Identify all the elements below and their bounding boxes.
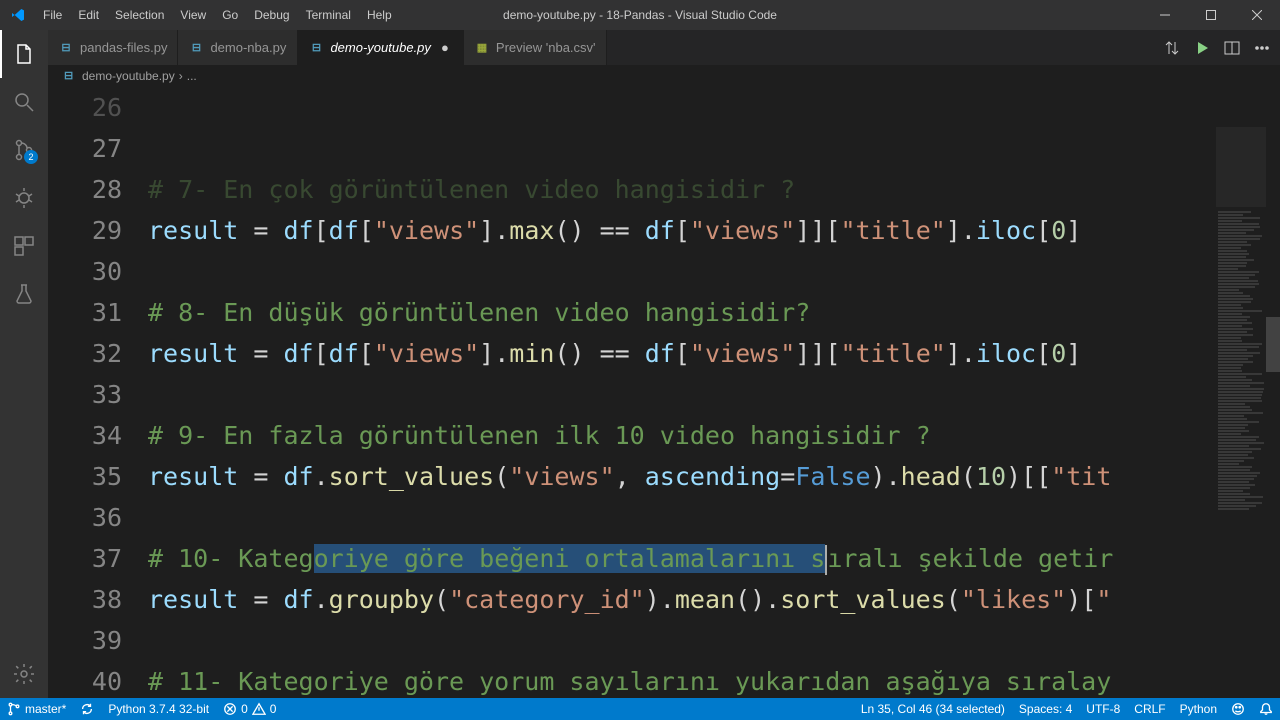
menu-view[interactable]: View bbox=[172, 0, 214, 30]
search-icon[interactable] bbox=[0, 78, 48, 126]
minimize-button[interactable] bbox=[1142, 0, 1188, 30]
tab-bar: ⊟ pandas-files.py ⊟ demo-nba.py ⊟ demo-y… bbox=[48, 30, 1280, 65]
indentation[interactable]: Spaces: 4 bbox=[1012, 698, 1079, 720]
menu-bar: File Edit Selection View Go Debug Termin… bbox=[35, 0, 400, 30]
vertical-scrollbar[interactable] bbox=[1266, 87, 1280, 698]
vscode-logo bbox=[0, 7, 35, 23]
line-gutter: 26272829303132333435363738394041 bbox=[48, 87, 148, 698]
code-line[interactable] bbox=[148, 251, 1280, 292]
window-controls bbox=[1142, 0, 1280, 30]
python-file-icon: ⊟ bbox=[64, 69, 78, 83]
menu-edit[interactable]: Edit bbox=[70, 0, 107, 30]
cursor-position[interactable]: Ln 35, Col 46 (34 selected) bbox=[854, 698, 1012, 720]
source-control-icon[interactable]: 2 bbox=[0, 126, 48, 174]
code-line[interactable]: # 7- En çok görüntülenen video hangisidi… bbox=[148, 169, 1280, 210]
code-line[interactable]: # 8- En düşük görüntülenen video hangisi… bbox=[148, 292, 1280, 333]
tab-label: demo-nba.py bbox=[210, 40, 286, 55]
window-title: demo-youtube.py - 18-Pandas - Visual Stu… bbox=[503, 8, 777, 22]
close-button[interactable] bbox=[1234, 0, 1280, 30]
tab-preview-nba-csv[interactable]: ▦ Preview 'nba.csv' bbox=[464, 30, 607, 65]
code-line[interactable]: result = df.groupby("category_id").mean(… bbox=[148, 579, 1280, 620]
menu-help[interactable]: Help bbox=[359, 0, 400, 30]
scrollbar-thumb[interactable] bbox=[1266, 317, 1280, 372]
code-line[interactable]: # 10- Kategoriye göre beğeni ortalamalar… bbox=[148, 538, 1280, 579]
debug-icon[interactable] bbox=[0, 174, 48, 222]
activity-bar: 2 bbox=[0, 30, 48, 698]
menu-file[interactable]: File bbox=[35, 0, 70, 30]
python-file-icon: ⊟ bbox=[188, 40, 204, 56]
status-bar: master* Python 3.7.4 32-bit 0 0 Ln 35, C… bbox=[0, 698, 1280, 720]
eol[interactable]: CRLF bbox=[1127, 698, 1172, 720]
code-line[interactable] bbox=[148, 374, 1280, 415]
menu-selection[interactable]: Selection bbox=[107, 0, 172, 30]
csv-file-icon: ▦ bbox=[474, 40, 490, 56]
python-env[interactable]: Python 3.7.4 32-bit bbox=[101, 698, 216, 720]
run-icon[interactable] bbox=[1194, 40, 1210, 56]
compare-icon[interactable] bbox=[1164, 40, 1180, 56]
tab-label: Preview 'nba.csv' bbox=[496, 40, 596, 55]
python-file-icon: ⊟ bbox=[308, 40, 324, 56]
tab-pandas-files[interactable]: ⊟ pandas-files.py bbox=[48, 30, 178, 65]
problems[interactable]: 0 0 bbox=[216, 698, 283, 720]
minimap[interactable] bbox=[1216, 87, 1266, 698]
code-line[interactable]: result = df.sort_values("views", ascendi… bbox=[148, 456, 1280, 497]
minimap-slider[interactable] bbox=[1216, 127, 1266, 207]
editor[interactable]: 26272829303132333435363738394041 # 7- En… bbox=[48, 87, 1280, 698]
beaker-icon[interactable] bbox=[0, 270, 48, 318]
python-file-icon: ⊟ bbox=[58, 40, 74, 56]
code-line[interactable]: # 11- Kategoriye göre yorum sayılarını y… bbox=[148, 661, 1280, 698]
breadcrumb-more: ... bbox=[187, 69, 197, 83]
code-line[interactable]: # 9- En fazla görüntülenen ilk 10 video … bbox=[148, 415, 1280, 456]
tab-dirty-icon[interactable]: ● bbox=[437, 40, 453, 55]
tab-demo-nba[interactable]: ⊟ demo-nba.py bbox=[178, 30, 298, 65]
breadcrumb-file: demo-youtube.py bbox=[82, 69, 175, 83]
tab-demo-youtube[interactable]: ⊟ demo-youtube.py ● bbox=[298, 30, 463, 65]
git-branch[interactable]: master* bbox=[0, 698, 73, 720]
code-line[interactable] bbox=[148, 620, 1280, 661]
breadcrumb[interactable]: ⊟ demo-youtube.py › ... bbox=[48, 65, 1280, 87]
tab-label: pandas-files.py bbox=[80, 40, 167, 55]
scm-badge: 2 bbox=[24, 150, 38, 164]
menu-go[interactable]: Go bbox=[214, 0, 246, 30]
title-bar: File Edit Selection View Go Debug Termin… bbox=[0, 0, 1280, 30]
tab-label: demo-youtube.py bbox=[330, 40, 430, 55]
menu-terminal[interactable]: Terminal bbox=[298, 0, 359, 30]
more-icon[interactable] bbox=[1254, 40, 1270, 56]
code-line[interactable]: result = df[df["views"].max() == df["vie… bbox=[148, 210, 1280, 251]
encoding[interactable]: UTF-8 bbox=[1079, 698, 1127, 720]
language-mode[interactable]: Python bbox=[1173, 698, 1224, 720]
split-editor-icon[interactable] bbox=[1224, 40, 1240, 56]
settings-gear-icon[interactable] bbox=[0, 650, 48, 698]
chevron-right-icon: › bbox=[179, 69, 183, 83]
git-sync[interactable] bbox=[73, 698, 101, 720]
maximize-button[interactable] bbox=[1188, 0, 1234, 30]
explorer-icon[interactable] bbox=[0, 30, 48, 78]
code-content[interactable]: # 7- En çok görüntülenen video hangisidi… bbox=[148, 87, 1280, 698]
tab-actions bbox=[1154, 30, 1280, 65]
notifications-icon[interactable] bbox=[1252, 698, 1280, 720]
code-line[interactable] bbox=[148, 497, 1280, 538]
menu-debug[interactable]: Debug bbox=[246, 0, 297, 30]
code-line[interactable]: result = df[df["views"].min() == df["vie… bbox=[148, 333, 1280, 374]
extensions-icon[interactable] bbox=[0, 222, 48, 270]
feedback-icon[interactable] bbox=[1224, 698, 1252, 720]
